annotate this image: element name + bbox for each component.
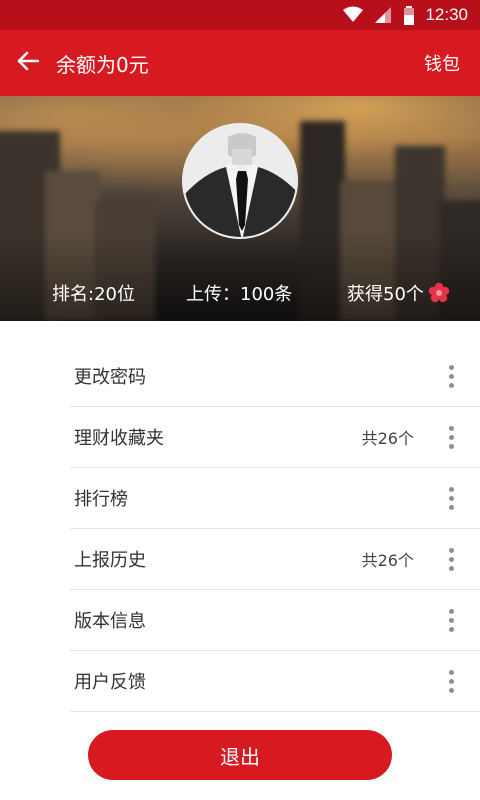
menu-item-report-history[interactable]: 上报历史 共26个 [70, 529, 480, 590]
more-vertical-icon[interactable] [436, 661, 466, 701]
menu-item-label: 理财收藏夹 [74, 428, 164, 449]
menu-item-count: 共26个 [361, 429, 414, 448]
menu-item-label: 排行榜 [74, 489, 128, 510]
arrow-left-icon [17, 51, 40, 75]
earned-stat-label: 获得50个 [347, 284, 424, 305]
profile-stats: 排名:20位 上传：100条 获得50个 [0, 278, 480, 308]
app-bar: 余额为0元 钱包 [0, 30, 480, 96]
more-vertical-icon[interactable] [436, 417, 466, 457]
profile-header: 排名:20位 上传：100条 获得50个 [0, 96, 480, 321]
menu-item-favorites[interactable]: 理财收藏夹 共26个 [70, 407, 480, 468]
earned-stat: 获得50个 [347, 280, 450, 306]
status-bar: 12:30 [0, 0, 480, 30]
logout-button[interactable]: 退出 [88, 730, 392, 780]
rank-stat: 排名:20位 [52, 284, 135, 305]
menu-item-change-password[interactable]: 更改密码 [70, 346, 480, 407]
avatar[interactable] [182, 123, 298, 239]
more-vertical-icon[interactable] [436, 539, 466, 579]
back-button[interactable] [0, 30, 56, 96]
menu-item-label: 用户反馈 [74, 672, 146, 693]
menu-item-count: 共26个 [361, 551, 414, 570]
menu-item-label: 更改密码 [74, 367, 146, 388]
menu-item-label: 版本信息 [74, 611, 146, 632]
menu-item-leaderboard[interactable]: 排行榜 [70, 468, 480, 529]
more-vertical-icon[interactable] [436, 478, 466, 518]
battery-icon [403, 6, 415, 25]
menu-item-label: 上报历史 [74, 550, 146, 571]
status-time: 12:30 [425, 5, 468, 24]
flower-icon [428, 282, 450, 304]
menu-item-version-info[interactable]: 版本信息 [70, 590, 480, 651]
more-vertical-icon[interactable] [436, 600, 466, 640]
upload-stat: 上传：100条 [186, 284, 293, 305]
more-vertical-icon[interactable] [436, 356, 466, 396]
menu-item-feedback[interactable]: 用户反馈 [70, 651, 480, 712]
wifi-icon [343, 6, 364, 24]
page-title: 余额为0元 [56, 52, 149, 77]
signal-icon [373, 6, 393, 24]
settings-menu: 更改密码 理财收藏夹 共26个 排行榜 上报历史 共26个 版本信息 用户反馈 [70, 346, 480, 712]
wallet-button[interactable]: 钱包 [424, 50, 480, 76]
